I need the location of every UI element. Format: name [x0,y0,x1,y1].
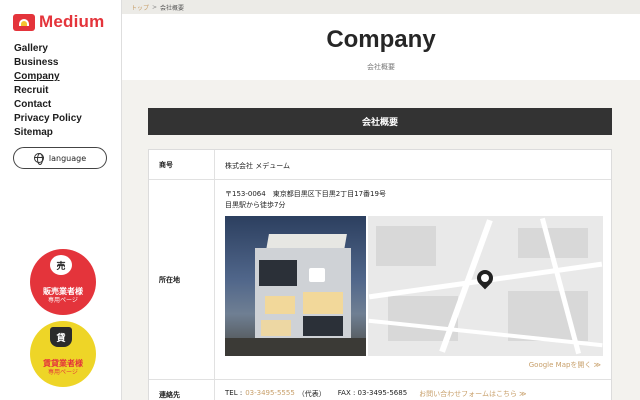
nav-item-business[interactable]: Business [14,56,82,70]
main-nav: Gallery Business Company Recruit Contact… [14,42,82,140]
nav-item-company[interactable]: Company [14,70,82,84]
landlord-title: 賃貸業者様 [43,359,83,368]
map-pin-icon[interactable] [473,266,497,290]
tel-note: （代表） [297,390,326,398]
nav-item-contact[interactable]: Contact [14,98,82,112]
logo-icon [13,13,35,31]
tel-link[interactable]: 03-3495-5555 [245,389,295,399]
building-window [265,296,295,314]
globe-icon [33,153,44,165]
language-button[interactable]: language [13,147,107,169]
seller-title: 販売業者様 [43,287,83,296]
building-ground [225,338,366,356]
building-window [259,260,297,286]
section-heading: 会社概要 [148,108,612,135]
table-row: 連絡先 TEL : 03-3495-5555 （代表） FAX : 03-349… [149,380,611,400]
contact-info: TEL : 03-3495-5555 （代表） FAX : 03-3495-56… [225,389,527,399]
building-window [303,316,343,336]
nav-item-recruit[interactable]: Recruit [14,84,82,98]
landlord-page-button[interactable]: 貸 賃貸業者様 専用ページ [30,321,96,387]
seller-sub: 専用ページ [48,297,78,304]
nav-item-sitemap[interactable]: Sitemap [14,126,82,140]
address-text: 〒153-0064 東京都目黒区下目黒2丁目17番19号 目黒駅から徒歩7分 [225,189,386,211]
building-window [261,320,291,336]
address-line-2: 目黒駅から徒歩7分 [225,201,286,209]
company-name-label: 商号 [149,150,215,179]
google-map-link[interactable]: Google Mapを開く ≫ [529,360,601,370]
nav-item-gallery[interactable]: Gallery [14,42,82,56]
sidebar: Medium Gallery Business Company Recruit … [0,0,122,400]
table-row: 所在地 〒153-0064 東京都目黒区下目黒2丁目17番19号 目黒駅から徒歩… [149,180,611,380]
language-label: language [48,153,87,163]
nav-item-privacy-policy[interactable]: Privacy Policy [14,112,82,126]
map-block [376,226,436,266]
main-content: トップ > 会社概要 Company 会社概要 会社概要 商号 株式会社 メデュ… [122,0,640,400]
building-window [303,292,343,314]
table-row: 商号 株式会社 メデューム [149,150,611,180]
company-name-value: 株式会社 メデューム [225,162,291,170]
breadcrumb-home[interactable]: トップ [131,3,149,12]
contact-form-link[interactable]: お問い合わせフォームはこちら ≫ [419,389,526,399]
logo-text: Medium [39,12,105,31]
sell-icon: 売 [50,255,72,275]
address-label: 所在地 [149,180,215,379]
landlord-sub: 専用ページ [48,369,78,376]
page-subtitle: 会社概要 [367,63,395,71]
page-title: Company [326,26,436,53]
location-map[interactable] [368,216,603,356]
building-sign [309,268,325,282]
breadcrumb-current: 会社概要 [160,5,185,12]
seller-page-button[interactable]: 売 販売業者様 専用ページ [30,249,96,315]
fax-number: FAX : 03-3495-5685 [337,389,408,397]
company-info-table: 商号 株式会社 メデューム 所在地 〒153-0064 東京都目黒区下目黒2丁目… [148,149,612,400]
rent-icon: 貸 [50,327,72,347]
address-line-1: 〒153-0064 東京都目黒区下目黒2丁目17番19号 [225,190,386,198]
breadcrumb-separator: > [152,4,158,11]
contact-label: 連絡先 [149,380,215,400]
breadcrumb-bar: トップ > 会社概要 [122,0,640,14]
building-photo [225,216,366,356]
logo[interactable]: Medium [13,12,104,32]
breadcrumb: トップ > 会社概要 [131,3,184,12]
tel-prefix: TEL : [225,389,243,397]
